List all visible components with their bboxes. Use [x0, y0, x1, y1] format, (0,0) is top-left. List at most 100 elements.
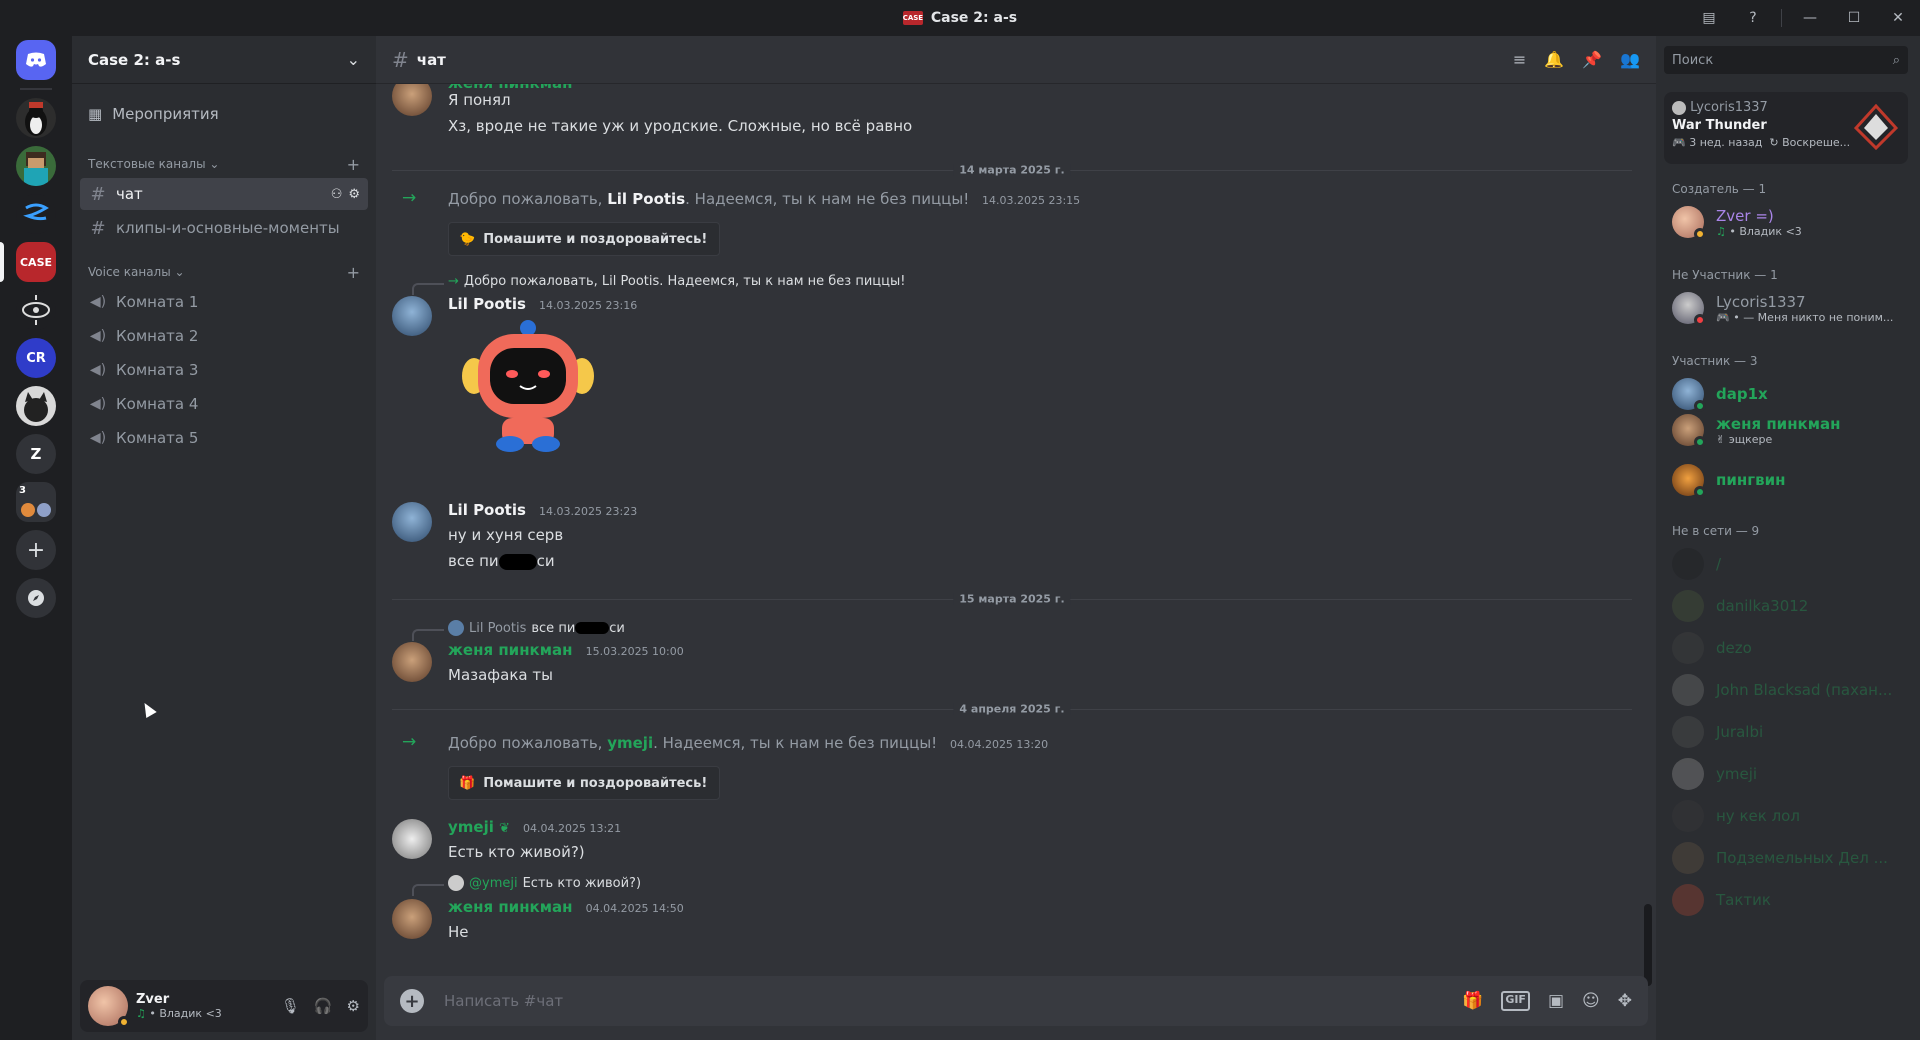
message-author[interactable]: Lil Pootis	[448, 501, 526, 519]
add-channel-icon[interactable]: +	[347, 155, 360, 174]
add-server-icon[interactable]: +	[16, 530, 56, 570]
avatar	[1672, 716, 1704, 748]
voice-channel-3[interactable]: ◀) Комната 3	[80, 354, 368, 386]
threads-icon[interactable]: ≡	[1513, 50, 1526, 69]
member-item-offline[interactable]: Тактик	[1672, 880, 1904, 920]
join-arrow-icon: →	[402, 188, 417, 208]
channel-clips[interactable]: # клипы-и-основные-моменты	[80, 212, 368, 244]
server-eye-icon[interactable]	[16, 290, 56, 330]
voice-channel-4[interactable]: ◀) Комната 4	[80, 388, 368, 420]
member-item-offline[interactable]: John Blacksad (пахан...	[1672, 670, 1904, 710]
invite-icon[interactable]: ⚇	[331, 187, 343, 202]
voice-channel-2[interactable]: ◀) Комната 2	[80, 320, 368, 352]
voice-channels-category[interactable]: Voice каналы ⌄ +	[72, 260, 376, 284]
member-name: Zver =)	[1716, 206, 1774, 225]
member-item-offline[interactable]: ymeji	[1672, 754, 1904, 794]
system-message: Добро пожаловать, ymeji. Надеемся, ты к …	[448, 734, 1049, 752]
gift-icon[interactable]: 🎁	[1462, 991, 1483, 1011]
server-cat-icon[interactable]	[16, 386, 56, 426]
user-status: • Владик <3	[149, 1007, 222, 1020]
leaf-badge-icon: ❦	[498, 821, 510, 836]
member-item[interactable]: Lycoris1337 🎮 • — Меня никто не поним...	[1672, 288, 1904, 328]
wave-button[interactable]: 🎁 Помашите и поздоровайтесь!	[448, 766, 721, 800]
fire-icon: ✌	[1716, 432, 1726, 446]
avatar[interactable]	[392, 899, 432, 939]
category-label: Voice каналы	[88, 265, 171, 279]
member-item-offline[interactable]: ну кек лол	[1672, 796, 1904, 836]
member-item-offline[interactable]: /	[1672, 544, 1904, 584]
gear-icon[interactable]: ⚙	[348, 187, 360, 202]
reply-preview[interactable]: @ymeji Есть кто живой?)	[448, 875, 641, 891]
server-penguin-icon[interactable]	[16, 98, 56, 138]
gear-icon[interactable]: ⚙	[347, 997, 360, 1015]
add-channel-icon[interactable]: +	[347, 263, 360, 282]
server-cr-icon[interactable]: CR	[16, 338, 56, 378]
member-item-offline[interactable]: dezo	[1672, 628, 1904, 668]
server-swirl-icon[interactable]	[16, 194, 56, 234]
message-author[interactable]: Lil Pootis	[448, 295, 526, 313]
activity-card[interactable]: Lycoris1337 War Thunder 🎮 3 нед. назад ↻…	[1664, 92, 1908, 164]
members-icon[interactable]: 👥	[1620, 50, 1640, 69]
inbox-icon[interactable]: ▤	[1687, 0, 1731, 36]
scrollbar[interactable]	[1644, 904, 1652, 986]
welcome-user[interactable]: ymeji	[607, 734, 653, 752]
message-input[interactable]: Написать #чат	[444, 992, 563, 1010]
emoji-icon[interactable]: ☺	[1582, 991, 1600, 1011]
channel-label: Комната 3	[116, 361, 199, 379]
wave-button[interactable]: 🐤 Помашите и поздоровайтесь!	[448, 222, 721, 256]
server-z-icon[interactable]: Z	[16, 434, 56, 474]
maximize-button[interactable]: ☐	[1832, 0, 1876, 36]
reply-preview[interactable]: Lil Pootis все пи си	[448, 620, 625, 636]
message-author[interactable]: ymeji	[448, 818, 494, 836]
bell-icon[interactable]: 🔔	[1544, 50, 1564, 69]
wave-sticker-icon: 🎁	[459, 775, 476, 791]
minimize-button[interactable]: —	[1788, 0, 1832, 36]
date-divider: 14 марта 2025 г.	[392, 163, 1632, 177]
server-folder-icon[interactable]: 3	[16, 482, 56, 522]
server-minecraft-icon[interactable]	[16, 146, 56, 186]
reply-preview[interactable]: → Добро пожаловать, Lil Pootis. Надеемся…	[448, 274, 905, 289]
join-arrow-icon: →	[448, 274, 459, 289]
apps-icon[interactable]: ✥	[1618, 991, 1632, 1011]
war-thunder-logo-icon	[1854, 104, 1898, 150]
server-case-icon[interactable]: CASE	[16, 242, 56, 282]
microphone-icon[interactable]: 🎙	[281, 997, 300, 1015]
message-author[interactable]: женя пинкман	[448, 898, 572, 916]
channel-title: чат	[416, 50, 446, 69]
voice-channel-1[interactable]: ◀) Комната 1	[80, 286, 368, 318]
voice-channel-5[interactable]: ◀) Комната 5	[80, 422, 368, 454]
member-group-header: Не Участник — 1	[1672, 268, 1778, 282]
member-item[interactable]: пингвин	[1672, 460, 1904, 500]
pin-icon[interactable]: 📌	[1582, 50, 1602, 69]
member-item[interactable]: Zver =) ♫ • Владик <3	[1672, 202, 1904, 242]
events-link[interactable]: ▦ Мероприятия	[72, 92, 376, 136]
discover-compass-icon[interactable]	[16, 578, 56, 618]
member-item[interactable]: dap1x	[1672, 374, 1904, 414]
channel-chat[interactable]: # чат ⚇ ⚙	[80, 178, 368, 210]
guild-header[interactable]: Case 2: a-s ⌄	[72, 36, 376, 84]
message-composer[interactable]: + Написать #чат 🎁 GIF ▣ ☺ ✥	[384, 976, 1648, 1026]
welcome-user[interactable]: Lil Pootis	[607, 190, 685, 208]
avatar[interactable]	[392, 642, 432, 682]
avatar[interactable]	[392, 296, 432, 336]
sticker-icon[interactable]: ▣	[1548, 991, 1564, 1011]
attach-plus-icon[interactable]: +	[400, 989, 424, 1013]
member-item[interactable]: женя пинкман ✌ эщкере	[1672, 410, 1904, 450]
avatar[interactable]	[392, 819, 432, 859]
discord-home-icon[interactable]	[16, 40, 56, 80]
message-author[interactable]: женя пинкман	[448, 641, 572, 659]
member-item-offline[interactable]: danilka3012	[1672, 586, 1904, 626]
close-button[interactable]: ✕	[1876, 0, 1920, 36]
message-time: 14.03.2025 23:23	[539, 505, 638, 518]
avatar[interactable]	[392, 84, 432, 116]
member-item-offline[interactable]: Подземельных Дел ...	[1672, 838, 1904, 878]
gif-icon[interactable]: GIF	[1501, 991, 1530, 1011]
avatar[interactable]	[88, 986, 130, 1028]
help-icon[interactable]: ?	[1731, 0, 1775, 36]
title-bar: CASE Case 2: a-s ▤ ? — ☐ ✕	[0, 0, 1920, 36]
member-item-offline[interactable]: Juralbi	[1672, 712, 1904, 752]
headphones-icon[interactable]: 🎧	[314, 997, 333, 1015]
text-channels-category[interactable]: Текстовые каналы ⌄ +	[72, 152, 376, 176]
avatar[interactable]	[392, 502, 432, 542]
search-input[interactable]: Поиск ⌕	[1664, 46, 1908, 74]
